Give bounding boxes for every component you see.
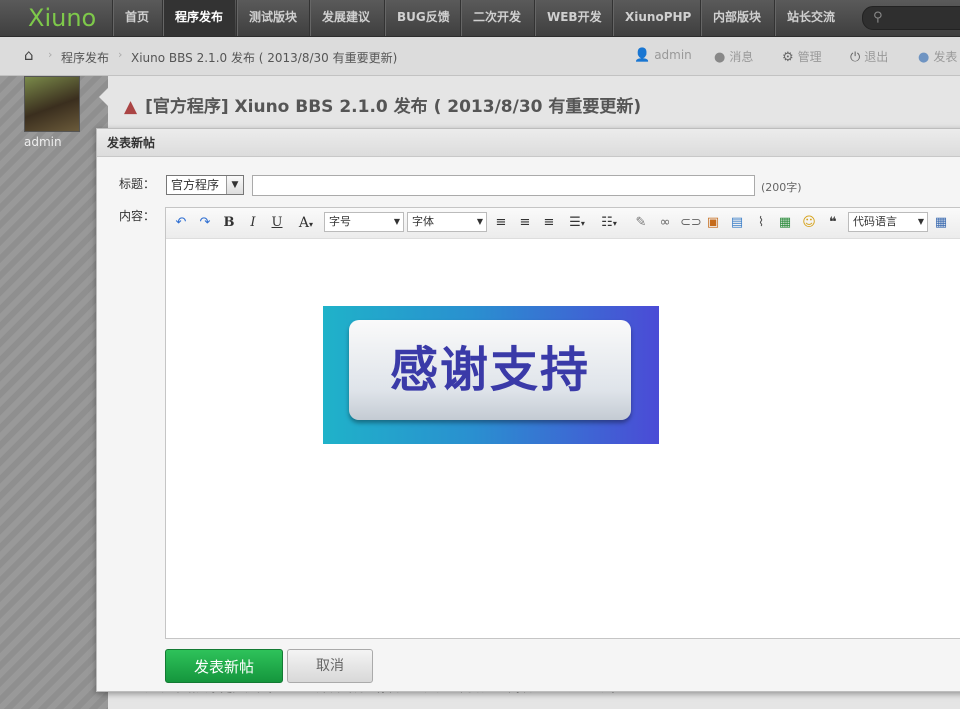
unlink-icon[interactable]: ∞ [656,214,674,232]
nav-item-xiunophp[interactable]: XiunoPHP [612,0,703,36]
font-family-value: 字体 [412,215,434,228]
logout-link[interactable]: ⏻ 退出 [850,48,888,65]
new-post-label: 发表 [933,50,958,64]
chat-icon: ● [714,50,726,65]
nav-item-home[interactable]: 首页 [112,0,161,36]
font-color-icon[interactable]: A▾ [292,214,320,232]
title-char-limit: (200字) [761,181,802,194]
align-right-icon[interactable]: ≡ [540,214,558,232]
power-icon: ⏻ [850,50,861,65]
code-language-select[interactable]: 代码语言 ▼ [848,212,928,232]
chevron-down-icon: ▼ [476,217,483,226]
chevron-down-icon: ▼ [226,176,243,194]
breadcrumb-bar: ⌂ › 程序发布 › Xiuno BBS 2.1.0 发布 ( 2013/8/3… [0,37,960,76]
submit-post-button[interactable]: 发表新帖 [165,649,283,683]
align-left-icon[interactable]: ≡ [492,214,510,232]
logout-label: 退出 [864,50,889,64]
chevron-down-icon: ▼ [393,217,400,226]
search-input[interactable]: ⚲ [862,6,960,30]
image-caption-text: 感谢支持 [389,342,590,398]
smiley-icon[interactable]: ☺ [800,214,818,232]
user-link[interactable]: 👤 admin [634,48,692,63]
numbered-list-icon[interactable]: ☷▾ [596,214,622,232]
quote-icon[interactable]: ❝ [824,214,842,232]
title-label: 标题： [119,177,156,191]
font-family-select[interactable]: 字体 ▼ [407,212,487,232]
home-icon[interactable]: ⌂ [24,46,34,64]
link-icon[interactable]: ⊂⊃ [680,214,702,232]
messages-link[interactable]: ● 消息 [714,48,753,65]
editor-toolbar: ↶ ↷ B I U A▾ 字号 ▼ 字体 ▼ ≡ ≡ ≡ ☰▾ ☷▾ ✎ ∞ ⊂⊃ … [166,208,960,239]
thanks-plate: 感谢支持 [349,320,631,420]
bullet-list-icon[interactable]: ☰▾ [564,214,590,232]
bold-icon[interactable]: B [220,214,238,232]
breadcrumb-separator: › [118,48,123,61]
upload-image-icon[interactable]: ▤ [728,214,746,232]
font-size-value: 字号 [329,215,351,228]
nav-item-secondary-dev[interactable]: 二次开发 [460,0,533,36]
breadcrumb-forum[interactable]: 程序发布 [61,49,109,66]
rich-text-editor[interactable]: ↶ ↷ B I U A▾ 字号 ▼ 字体 ▼ ≡ ≡ ≡ ☰▾ ☷▾ ✎ ∞ ⊂⊃ … [165,207,960,639]
nav-item-web-dev[interactable]: WEB开发 [534,0,614,36]
user-link-label: admin [654,48,692,62]
nav-item-test-board[interactable]: 测试版块 [236,0,309,36]
dialog-title[interactable]: 发表新帖 [97,129,960,157]
italic-icon[interactable]: I [244,214,262,232]
code-language-value: 代码语言 [853,215,897,228]
site-logo[interactable]: Xiuno [28,3,96,33]
table-icon[interactable]: ▦ [932,214,950,232]
inserted-image[interactable]: 感谢支持 [323,306,659,444]
nav-item-webmaster[interactable]: 站长交流 [774,0,847,36]
underline-icon[interactable]: U [268,214,286,232]
top-navigation: Xiuno 首页 程序发布 测试版块 发展建议 BUG反馈 二次开发 WEB开发… [0,0,960,37]
messages-label: 消息 [729,50,754,64]
picture-icon[interactable]: ▦ [776,214,794,232]
nav-item-bug-feedback[interactable]: BUG反馈 [384,0,462,36]
manage-link[interactable]: ⚙ 管理 [782,48,822,65]
breadcrumb-thread[interactable]: Xiuno BBS 2.1.0 发布 ( 2013/8/30 有重要更新) [131,49,397,66]
content-label: 内容： [119,209,156,223]
font-size-select[interactable]: 字号 ▼ [324,212,404,232]
image-icon[interactable]: ▣ [704,214,722,232]
chevron-down-icon: ▼ [917,217,924,226]
author-name[interactable]: admin [24,135,62,149]
post-title: ▲ [官方程序] Xiuno BBS 2.1.0 发布 ( 2013/8/30 有… [124,92,641,117]
eraser-icon[interactable]: ✎ [632,214,650,232]
cancel-button[interactable]: 取消 [287,649,373,683]
nav-item-program-release[interactable]: 程序发布 [162,0,236,36]
up-arrow-icon: ▲ [124,97,138,117]
category-select-value: 官方程序 [171,178,220,192]
new-post-dialog: 发表新帖 标题： 官方程序 ▼ (200字) 内容： ↶ ↷ B I U A▾ … [96,128,960,692]
nav-item-suggestions[interactable]: 发展建议 [309,0,382,36]
new-post-link[interactable]: ● 发表 [918,48,957,65]
speech-bubble-icon: ● [918,50,930,65]
title-input[interactable] [252,175,755,196]
category-select[interactable]: 官方程序 ▼ [166,175,244,195]
user-icon: 👤 [634,48,651,63]
manage-label: 管理 [797,50,822,64]
nav-item-internal-board[interactable]: 内部版块 [700,0,773,36]
avatar[interactable] [24,76,80,132]
undo-icon[interactable]: ↶ [172,214,190,232]
align-center-icon[interactable]: ≡ [516,214,534,232]
search-icon: ⚲ [873,10,883,25]
attachment-icon[interactable]: ⌇ [752,214,770,232]
breadcrumb-separator: › [48,48,53,61]
post-title-text: [官方程序] Xiuno BBS 2.1.0 发布 ( 2013/8/30 有重… [145,97,642,117]
redo-icon[interactable]: ↷ [196,214,214,232]
gear-icon: ⚙ [782,50,794,65]
